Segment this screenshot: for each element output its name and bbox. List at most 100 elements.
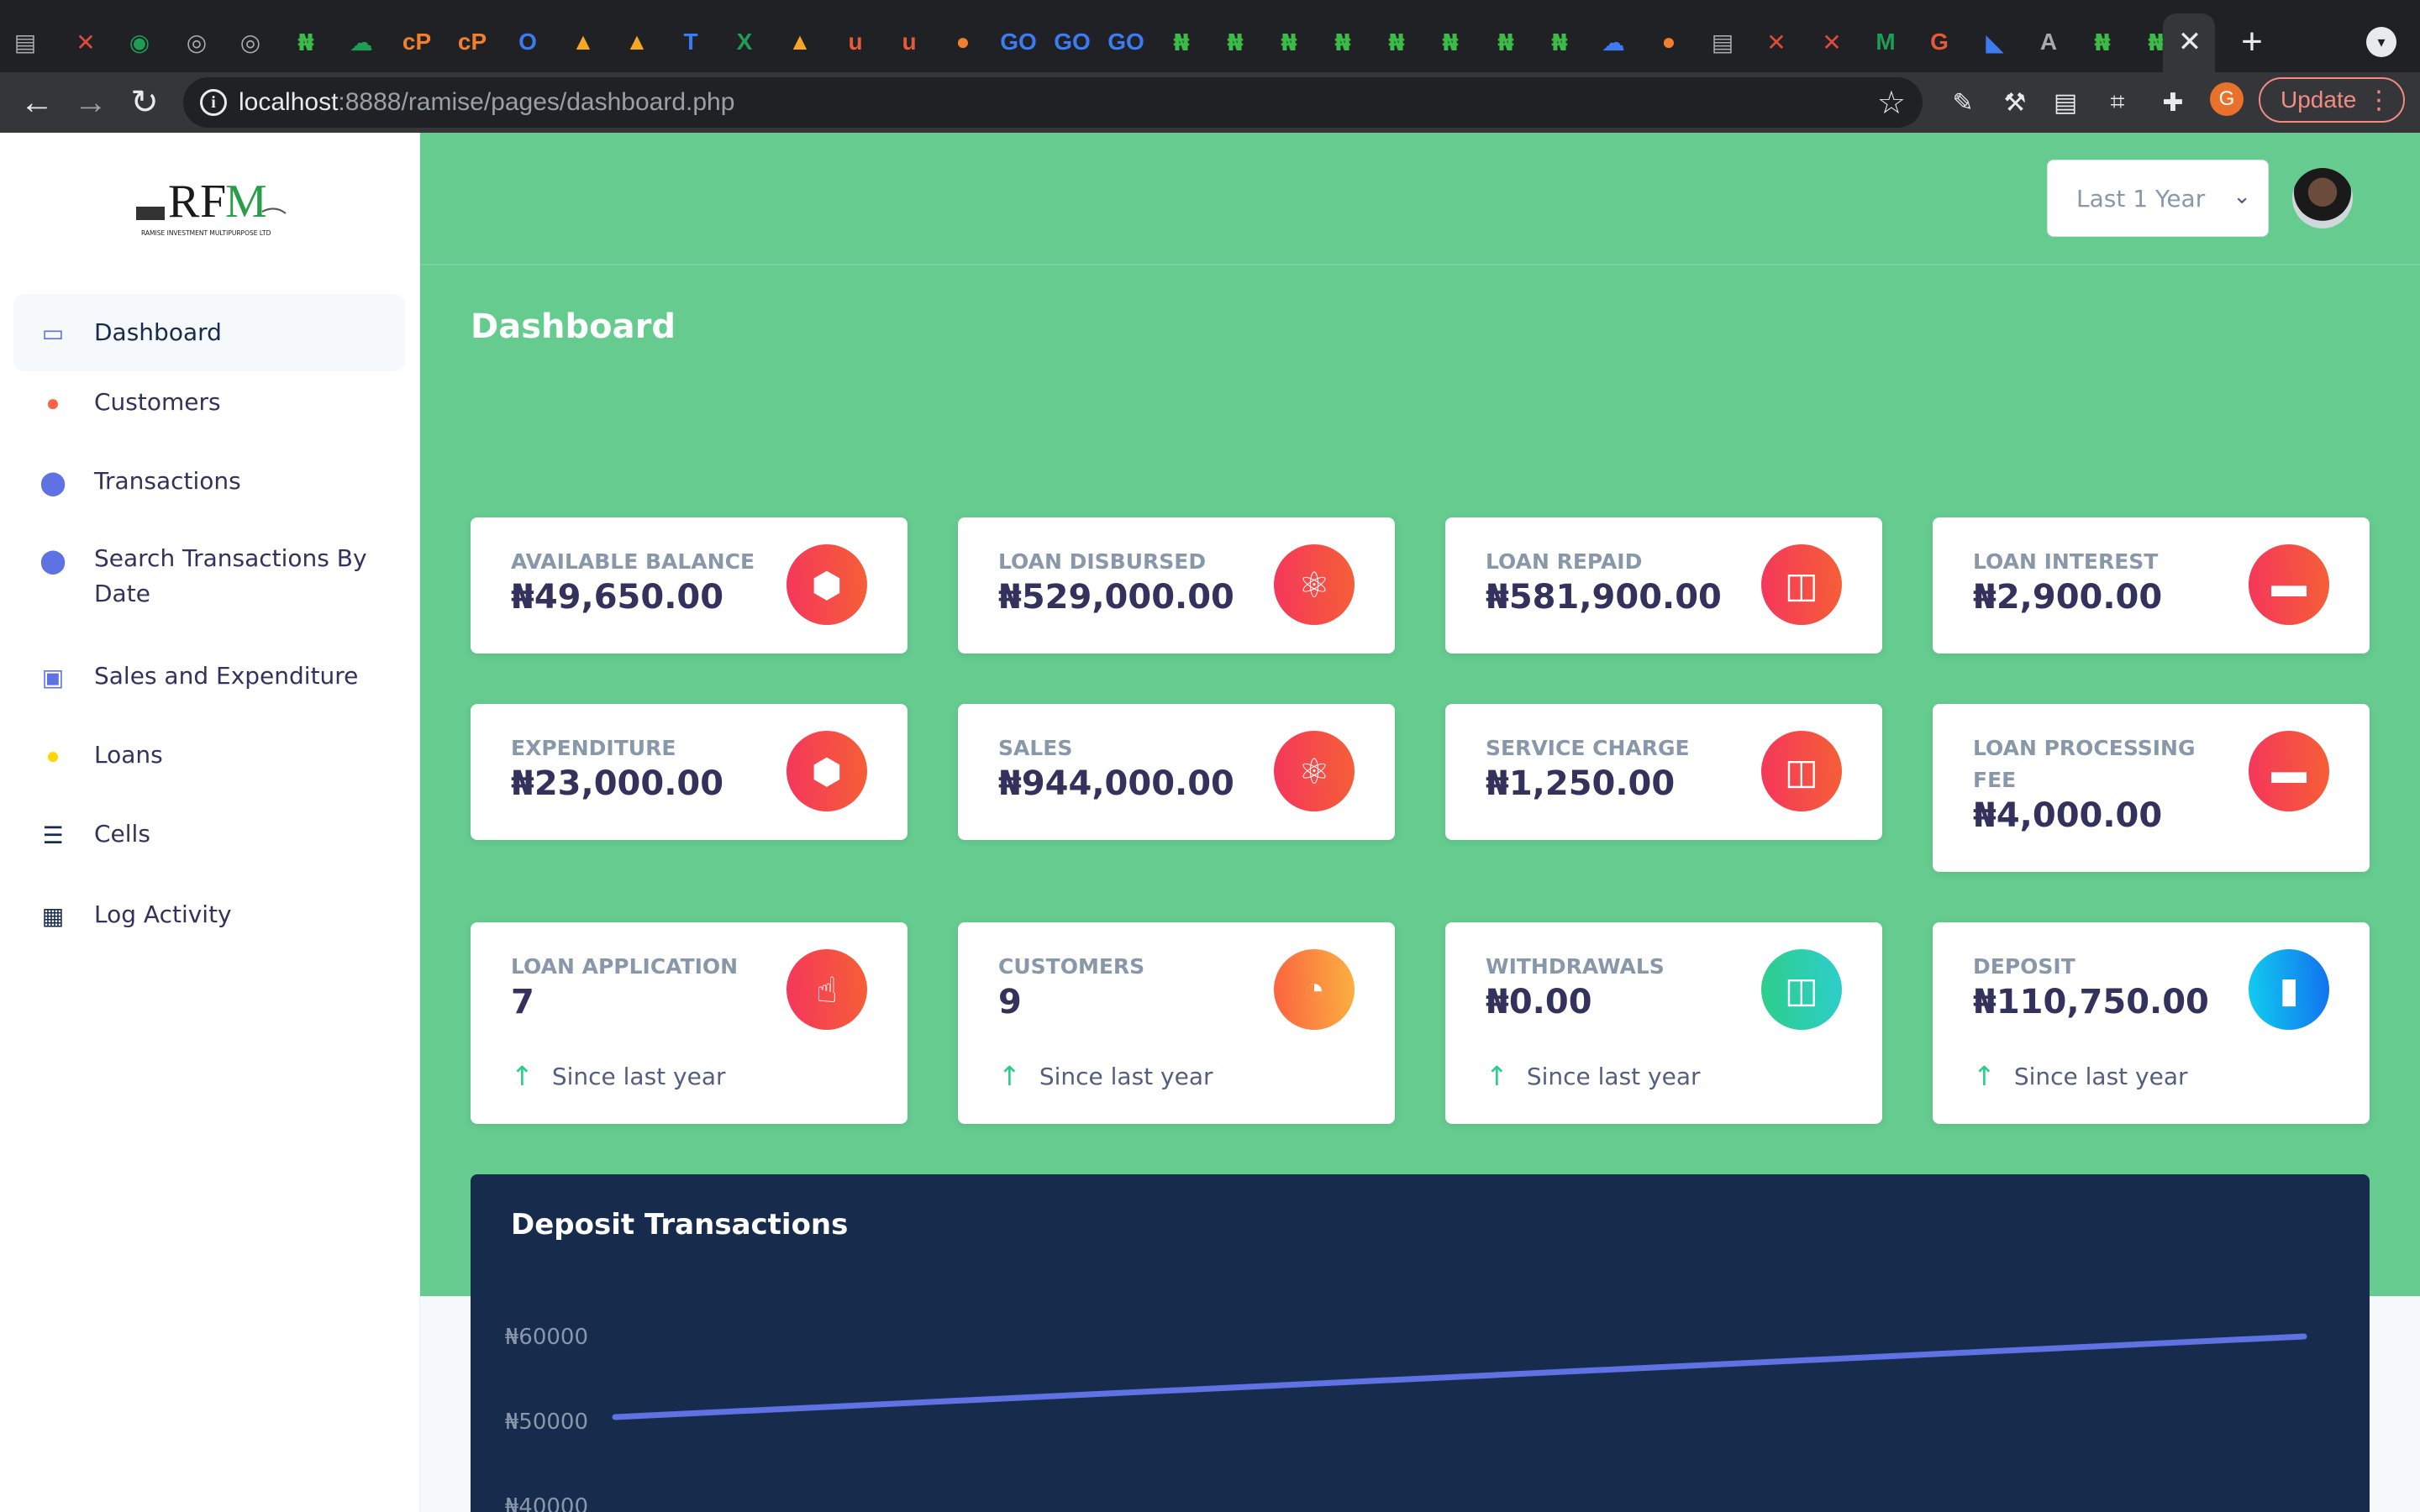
stat-label: CUSTOMERS xyxy=(998,954,1145,979)
tab-icon[interactable]: ▤ xyxy=(1707,27,1738,57)
arrow-up-icon: ↑ xyxy=(1973,1060,1996,1092)
m-icon[interactable]: M xyxy=(1870,27,1901,57)
naira-icon[interactable]: ₦ xyxy=(1166,27,1197,57)
outlook-icon[interactable]: O xyxy=(513,27,543,57)
naira-icon[interactable]: ₦ xyxy=(1381,27,1412,57)
teams-icon[interactable]: T xyxy=(676,27,706,57)
arrow-up-icon: ↑ xyxy=(511,1060,534,1092)
deposit-chart-card: Deposit Transactions ₦60000 ₦50000 ₦40000 xyxy=(471,1174,2370,1512)
stat-footer: ↑ Since last year xyxy=(511,1060,726,1092)
globe-icon[interactable]: ◎ xyxy=(182,27,212,57)
cpanel-icon[interactable]: cP xyxy=(457,27,487,57)
stat-footer-text: Since last year xyxy=(2013,1062,2188,1090)
url-text[interactable]: localhost:8888/ramise/pages/dashboard.ph… xyxy=(239,88,734,117)
sidebar-item-cells[interactable]: ☰ Cells xyxy=(13,810,405,860)
pin-icon: ⬤ xyxy=(39,469,66,496)
naira-icon[interactable]: ₦ xyxy=(1274,27,1304,57)
sidebar-item-loans[interactable]: ● Loans xyxy=(13,731,405,781)
box-icon: ⬢ xyxy=(786,731,867,811)
bookmark-star-icon[interactable]: ☆ xyxy=(1877,84,1906,122)
sidebar-item-label: Cells xyxy=(94,820,150,848)
naira-icon[interactable]: ₦ xyxy=(1220,27,1250,57)
stat-card-withdrawals: WITHDRAWALS ₦0.00 ◫ ↑ Since last year xyxy=(1445,922,1882,1124)
sidebar-item-dashboard[interactable]: ▭ Dashboard xyxy=(13,294,405,371)
forward-icon[interactable]: → xyxy=(71,82,111,123)
sidebar-item-label: Sales and Expenditure xyxy=(94,662,359,690)
box-icon: ⬢ xyxy=(786,544,867,625)
profile-avatar[interactable]: G xyxy=(2210,82,2244,116)
back-icon[interactable]: ← xyxy=(17,82,57,123)
stat-value: ₦23,000.00 xyxy=(511,764,724,803)
go-icon[interactable]: GO xyxy=(1107,27,1144,57)
stat-card-loan-disbursed: LOAN DISBURSED ₦529,000.00 ⚛ xyxy=(958,517,1395,654)
tab-icon[interactable]: ▤ xyxy=(10,27,40,57)
bean-icon[interactable]: ● xyxy=(1654,27,1684,57)
excel-icon[interactable]: X xyxy=(729,27,760,57)
whatsapp-icon[interactable]: ◉ xyxy=(124,27,155,57)
x-icon[interactable]: ✕ xyxy=(1761,27,1791,57)
naira-icon[interactable]: ₦ xyxy=(1328,27,1358,57)
sidebar-item-label: Dashboard xyxy=(94,318,222,346)
logo-m: M xyxy=(225,176,267,228)
x-icon[interactable]: ✕ xyxy=(1817,27,1847,57)
naira-icon[interactable]: ₦ xyxy=(1491,27,1521,57)
u-icon[interactable]: u xyxy=(894,27,924,57)
sidebar-item-transactions[interactable]: ⬤ Transactions xyxy=(13,457,405,507)
naira-icon[interactable]: ₦ xyxy=(1435,27,1465,57)
go-icon[interactable]: GO xyxy=(1000,27,1037,57)
firebase-icon[interactable]: ▲ xyxy=(785,27,815,57)
cpanel-icon[interactable]: cP xyxy=(402,27,432,57)
address-bar[interactable]: i localhost:8888/ramise/pages/dashboard.… xyxy=(183,77,1923,128)
arrow-up-icon: ↑ xyxy=(998,1060,1021,1092)
go-icon[interactable]: GO xyxy=(1054,27,1091,57)
stat-footer-text: Since last year xyxy=(1526,1062,1701,1090)
sidebar-item-log-activity[interactable]: ▦ Log Activity xyxy=(13,890,405,941)
cloud-icon[interactable]: ☁ xyxy=(346,27,376,57)
sidebar-item-search-transactions-by-date[interactable]: ⬤ Search Transactions By Date xyxy=(13,534,405,615)
sidebar-item-label: Transactions xyxy=(94,467,241,495)
y-tick-label: ₦60000 xyxy=(505,1325,588,1350)
naira-icon[interactable]: ₦ xyxy=(291,27,321,57)
firebase-icon[interactable]: ▲ xyxy=(568,27,598,57)
stat-label: LOAN DISBURSED xyxy=(998,549,1207,574)
more-menu-icon[interactable]: ⋮ xyxy=(2366,86,2391,115)
translate-extension-icon[interactable]: ⌗ xyxy=(2101,86,2134,119)
extensions-puzzle-icon[interactable]: ✚ xyxy=(2156,86,2190,119)
sidebar-item-sales-and-expenditure[interactable]: ▣ Sales and Expenditure xyxy=(13,652,405,702)
google-icon[interactable]: G xyxy=(1924,27,1954,57)
globe-icon[interactable]: ◎ xyxy=(235,27,266,57)
stat-value: 9 xyxy=(998,983,1022,1021)
stat-card-available-balance: AVAILABLE BALANCE ₦49,650.00 ⬢ xyxy=(471,517,908,654)
docs-extension-icon[interactable]: ▤ xyxy=(2049,86,2082,119)
stat-card-loan-application: LOAN APPLICATION 7 ☝ ↑ Since last year xyxy=(471,922,908,1124)
onedrive-icon[interactable]: ☁ xyxy=(1598,27,1628,57)
u-icon[interactable]: u xyxy=(840,27,871,57)
firebase-icon[interactable]: ▲ xyxy=(622,27,652,57)
sidebar-item-customers[interactable]: ● Customers xyxy=(13,378,405,428)
new-tab-button[interactable]: + xyxy=(2235,21,2269,62)
a-icon[interactable]: A xyxy=(2033,27,2064,57)
stat-value: ₦0.00 xyxy=(1486,983,1592,1021)
update-button[interactable]: Update ⋮ xyxy=(2259,77,2405,123)
pin-icon: ⬤ xyxy=(39,547,66,574)
color-picker-extension-icon[interactable]: ✎ xyxy=(1946,86,1980,119)
close-tab-icon[interactable]: ✕ xyxy=(2175,24,2205,60)
naira-icon[interactable]: ₦ xyxy=(2087,27,2118,57)
stat-label: SERVICE CHARGE xyxy=(1486,736,1690,760)
stat-label: LOAN PROCESSING FEE xyxy=(1973,736,2196,792)
list-icon: ☰ xyxy=(42,822,64,848)
bean-icon[interactable]: ● xyxy=(948,27,978,57)
reload-icon[interactable]: ↻ xyxy=(124,82,165,123)
stat-value: ₦1,250.00 xyxy=(1486,764,1676,803)
tab-search-icon[interactable]: ▾ xyxy=(2366,27,2396,57)
page-title: Dashboard xyxy=(471,307,676,346)
devtools-extension-icon[interactable]: ⚒ xyxy=(1998,86,2032,119)
user-avatar[interactable] xyxy=(2292,168,2353,228)
stat-card-loan-interest: LOAN INTEREST ₦2,900.00 ▬ xyxy=(1933,517,2370,654)
x-icon[interactable]: ✕ xyxy=(71,27,101,57)
flutter-icon[interactable]: ◣ xyxy=(1980,27,2010,57)
browser-toolbar: ← → ↻ i localhost:8888/ramise/pages/dash… xyxy=(0,72,2420,133)
site-info-icon[interactable]: i xyxy=(200,89,227,116)
naira-icon[interactable]: ₦ xyxy=(1544,27,1575,57)
period-select[interactable]: Last 1 Year ⌄ xyxy=(2047,160,2269,237)
